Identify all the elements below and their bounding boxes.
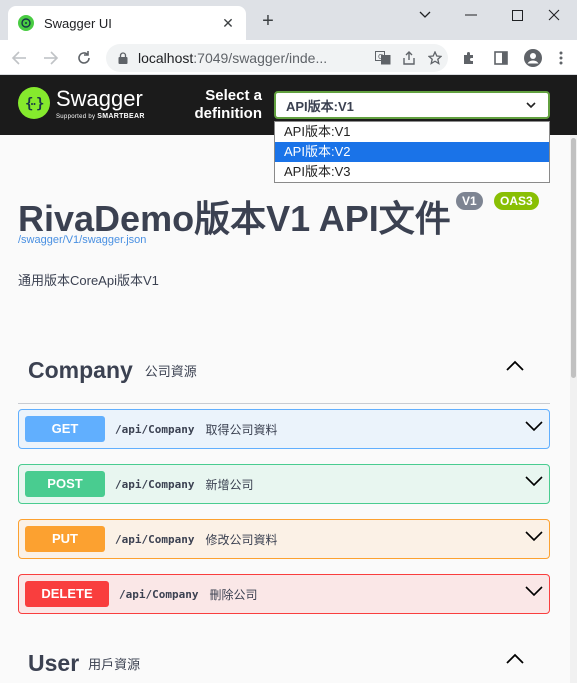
swagger-logo[interactable]: {} Swagger Supported by SMARTBEAR (18, 86, 145, 120)
operation-summary: 新增公司 (205, 477, 254, 492)
operation-path: /api/Company (115, 422, 195, 436)
profile-avatar-icon[interactable] (520, 45, 546, 71)
bookmark-star-icon[interactable] (422, 45, 448, 71)
operation-summary: 取得公司資料 (205, 422, 278, 437)
tab-search-icon[interactable] (402, 0, 448, 30)
tag-header-user[interactable]: User 用戶資源 (18, 641, 550, 683)
forward-arrow-icon[interactable] (38, 45, 64, 71)
spec-url-link[interactable]: /swagger/V1/swagger.json (18, 234, 146, 246)
method-badge: DELETE (25, 581, 109, 607)
smartbear-tagline: Supported by SMARTBEAR (56, 113, 145, 120)
chevron-up-icon[interactable] (506, 653, 524, 664)
api-description: 通用版本CoreApi版本V1 (18, 273, 159, 288)
browser-toolbar: localhost:7049/swagger/inde... G (0, 40, 577, 75)
close-tab-icon[interactable]: ✕ (218, 13, 238, 33)
operation-path: /api/Company (115, 477, 195, 491)
extensions-icon[interactable] (456, 45, 482, 71)
swagger-logo-name: Swagger (56, 86, 143, 111)
tag-divider (18, 403, 550, 404)
definition-option-highlighted[interactable]: API版本:V2 (275, 142, 549, 162)
definition-option[interactable]: API版本:V3 (275, 162, 549, 182)
svg-text:}: } (36, 96, 44, 112)
svg-text:G: G (378, 53, 383, 61)
url-host: localhost (138, 50, 194, 66)
chevron-down-icon[interactable] (525, 586, 543, 597)
chevron-down-icon[interactable] (525, 531, 543, 542)
swagger-main: RivaDemo版本V1 API文件 V1 OAS3 /swagger/V1/s… (0, 135, 570, 683)
tagline-prefix: Supported by (56, 114, 98, 120)
browser-menu-icon[interactable] (548, 45, 574, 71)
tag-header-company[interactable]: Company 公司資源 (18, 348, 550, 392)
tagline-brand: SMARTBEAR (97, 113, 145, 120)
lock-icon[interactable] (118, 52, 128, 64)
operation-get[interactable]: GET /api/Company 取得公司資料 (18, 409, 550, 449)
method-badge: GET (25, 416, 105, 442)
oas-badge: OAS3 (494, 192, 539, 210)
new-tab-icon[interactable]: + (256, 10, 280, 34)
back-arrow-icon[interactable] (6, 45, 32, 71)
definition-select[interactable]: API版本:V1 (274, 91, 550, 119)
tab-title: Swagger UI (44, 15, 112, 31)
operation-path: /api/Company (119, 587, 199, 601)
definition-select-value: API版本:V1 (286, 98, 354, 114)
translate-icon[interactable]: G (370, 45, 396, 71)
operation-post[interactable]: POST /api/Company 新增公司 (18, 464, 550, 504)
operation-delete[interactable]: DELETE /api/Company 刪除公司 (18, 574, 550, 614)
swagger-favicon-icon (18, 15, 34, 31)
select-definition-label: Select a definition (194, 87, 263, 122)
address-bar[interactable]: localhost:7049/swagger/inde... G (106, 44, 448, 72)
operation-path: /api/Company (115, 532, 195, 546)
reload-icon[interactable] (71, 45, 97, 71)
operation-put[interactable]: PUT /api/Company 修改公司資料 (18, 519, 550, 559)
url-text: localhost:7049/swagger/inde... (138, 50, 370, 66)
minimize-icon[interactable] (448, 0, 494, 30)
tag-description: 公司資源 (144, 363, 197, 379)
method-badge: POST (25, 471, 105, 497)
side-panel-icon[interactable] (488, 45, 514, 71)
share-icon[interactable] (396, 45, 422, 71)
method-badge: PUT (25, 526, 105, 552)
browser-tab-strip: Swagger UI ✕ + (0, 0, 577, 40)
swagger-logo-icon: {} (18, 87, 50, 119)
chevron-down-icon[interactable] (525, 421, 543, 432)
definition-dropdown-list: API版本:V1 API版本:V2 API版本:V3 (274, 121, 550, 183)
definition-option[interactable]: API版本:V1 (275, 122, 549, 142)
tag-name: Company (28, 356, 133, 383)
close-window-icon[interactable] (531, 0, 577, 30)
url-path: :7049/swagger/inde... (193, 50, 328, 66)
chevron-up-icon[interactable] (506, 360, 524, 371)
page-scrollbar-thumb[interactable] (571, 138, 576, 378)
tag-description: 用戶資源 (88, 656, 141, 672)
operation-summary: 刪除公司 (209, 587, 258, 602)
chevron-down-icon[interactable] (525, 476, 543, 487)
chevron-down-icon (526, 101, 536, 109)
browser-tab[interactable]: Swagger UI ✕ (8, 6, 246, 40)
version-badge: V1 (456, 192, 483, 210)
tag-name: User (28, 649, 80, 676)
operation-summary: 修改公司資料 (205, 532, 278, 547)
